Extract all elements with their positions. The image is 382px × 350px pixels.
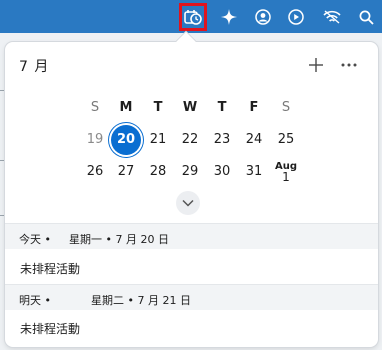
calendar-clock-icon[interactable] [179,3,207,31]
weekday-label: W [182,100,198,115]
calendar-day-next-month[interactable]: Aug 1 [271,157,301,187]
agenda-event[interactable]: 未排程活動 [20,260,80,277]
more-options-button[interactable] [338,54,360,76]
calendar-day[interactable]: 26 [80,157,110,187]
agenda-header-tomorrow: 明天 • 星期二 • 7 月 21 日 [5,284,378,310]
background-line [0,160,4,161]
calendar-day[interactable]: 21 [143,125,173,155]
sparkle-icon[interactable] [216,4,242,30]
weekday-label: S [90,100,100,115]
agenda-header-today: 今天 • 星期一 • 7 月 20 日 [5,223,378,249]
weekday-label: F [249,100,259,115]
calendar-day[interactable]: 28 [143,157,173,187]
agenda-date: 星期二 • 7 月 21 日 [91,294,191,307]
background-line [0,90,4,91]
calendar-day-today[interactable]: 20 [111,125,141,155]
wifi-icon[interactable] [319,4,345,30]
expand-calendar-button[interactable] [176,191,200,215]
popover-caret-inner [176,32,196,52]
background-line [0,215,4,216]
agenda-day-label: 今天 • [19,233,51,246]
next-month-day: 1 [282,170,290,184]
month-label: 7 月 [19,59,50,75]
play-circle-icon[interactable] [283,4,309,30]
agenda-day-label: 明天 • [19,294,51,307]
menu-bar [0,0,382,33]
chevron-down-icon [182,199,194,207]
agenda-date: 星期一 • 7 月 20 日 [69,233,169,246]
calendar-popover: 7 月 S M T W T F S 19 20 21 22 23 24 25 2… [5,32,378,347]
calendar-day[interactable]: 29 [175,157,205,187]
user-circle-icon[interactable] [250,4,276,30]
calendar-day[interactable]: 19 [80,125,110,155]
agenda-event[interactable]: 未排程活動 [20,320,80,337]
calendar-day[interactable]: 24 [239,125,269,155]
weekday-label: M [119,100,133,115]
search-icon[interactable] [353,4,379,30]
calendar-day[interactable]: 23 [207,125,237,155]
weekday-label: T [217,100,227,115]
add-event-button[interactable] [305,54,327,76]
calendar-day[interactable]: 30 [207,157,237,187]
calendar-day[interactable]: 31 [239,157,269,187]
weekday-label: S [281,100,291,115]
calendar-day[interactable]: 25 [271,125,301,155]
calendar-day[interactable]: 22 [175,125,205,155]
calendar-day[interactable]: 27 [111,157,141,187]
weekday-label: T [153,100,163,115]
